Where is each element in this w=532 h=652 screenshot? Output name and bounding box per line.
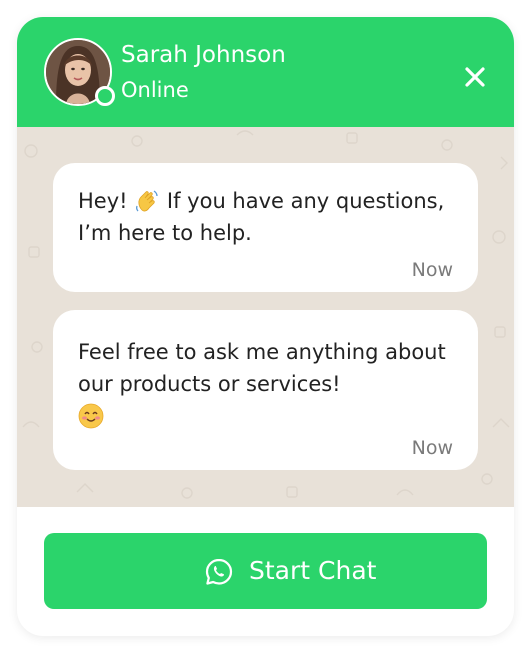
avatar bbox=[44, 38, 115, 106]
contact-name: Sarah Johnson bbox=[121, 42, 286, 68]
waving-hand-emoji bbox=[136, 190, 158, 212]
start-chat-label: Start Chat bbox=[249, 556, 377, 585]
online-status-dot bbox=[95, 86, 115, 106]
smiling-face-emoji bbox=[78, 403, 104, 429]
message-text-part: Feel free to ask me anything about our p… bbox=[78, 340, 446, 396]
whatsapp-icon bbox=[205, 558, 233, 585]
message-text: Hey! If you have any questions, I’m here… bbox=[78, 185, 458, 249]
message-timestamp: Now bbox=[411, 437, 453, 459]
message-text: Feel free to ask me anything about our p… bbox=[78, 336, 458, 432]
chat-widget: Sarah Johnson Online Hey! If you have an… bbox=[17, 17, 514, 636]
message-timestamp: Now bbox=[411, 259, 453, 281]
message-text-part: Hey! bbox=[78, 189, 135, 213]
message-bubble: Feel free to ask me anything about our p… bbox=[53, 310, 478, 470]
chat-header: Sarah Johnson Online bbox=[17, 17, 514, 127]
chat-messages-area: Hey! If you have any questions, I’m here… bbox=[17, 127, 514, 507]
close-button[interactable] bbox=[459, 61, 491, 93]
start-chat-button[interactable]: Start Chat bbox=[44, 533, 487, 609]
contact-status: Online bbox=[121, 78, 189, 102]
close-icon bbox=[465, 67, 485, 87]
message-bubble: Hey! If you have any questions, I’m here… bbox=[53, 163, 478, 292]
